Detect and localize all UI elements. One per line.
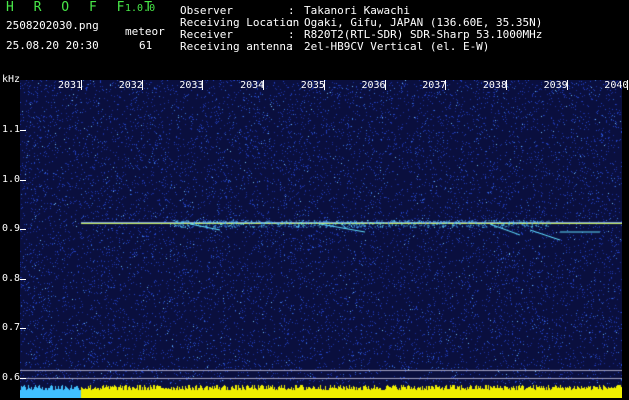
timestamp: 25.08.20 20:30 — [6, 39, 99, 52]
x-tick-label: 2035 — [300, 80, 325, 91]
y-tick-label: 1.1 — [2, 124, 21, 135]
x-tick-label: 2033 — [179, 80, 204, 91]
x-tick-label: 2038 — [482, 80, 507, 91]
x-tick-mark — [141, 80, 143, 90]
info-value-antenna: 2el-HB9CV Vertical (el. E-W) — [304, 40, 490, 53]
y-tick-label: 0.6 — [2, 372, 21, 383]
x-tick-label: 2039 — [543, 80, 568, 91]
y-tick-mark — [20, 278, 26, 280]
x-tick-label: 2034 — [240, 80, 265, 91]
x-tick-mark — [445, 80, 447, 90]
y-axis-unit: kHz — [2, 74, 21, 85]
info-key-antenna: Receiving antenna — [180, 40, 293, 53]
x-tick-mark — [263, 80, 265, 90]
x-tick-label: 2036 — [361, 80, 386, 91]
x-tick-mark — [566, 80, 568, 90]
x-tick-mark — [202, 80, 204, 90]
x-tick-label: 2037 — [422, 80, 447, 91]
x-tick-mark — [505, 80, 507, 90]
info-sep: : — [288, 40, 295, 53]
y-tick-mark — [20, 378, 26, 379]
y-tick-label: 0.8 — [2, 272, 21, 284]
y-tick-mark — [20, 229, 26, 231]
y-tick-label: 1.0 — [2, 173, 21, 185]
x-tick-mark — [81, 80, 82, 90]
y-tick-label: 0.7 — [2, 322, 21, 334]
y-tick-mark — [20, 328, 26, 330]
y-tick-mark — [20, 179, 26, 181]
spectrogram-canvas — [20, 80, 622, 398]
y-tick-mark — [20, 130, 26, 131]
app-version: 1.0.0 — [125, 3, 156, 14]
x-tick-label: 2032 — [118, 80, 143, 91]
meteor-count-value: 61 — [139, 39, 153, 52]
meteor-count-label: meteor — [125, 25, 165, 38]
x-tick-mark — [627, 80, 629, 90]
file-name: 2508202030.png — [6, 19, 99, 32]
x-tick-mark — [323, 80, 325, 90]
x-tick-label: 2040 — [604, 80, 629, 91]
x-tick-mark — [384, 80, 386, 90]
y-tick-label: 0.9 — [2, 223, 21, 235]
hrofft-window: H R O F F T 1.0.0 2508202030.png meteor … — [0, 0, 629, 400]
x-tick-label: 2031 — [58, 80, 83, 91]
